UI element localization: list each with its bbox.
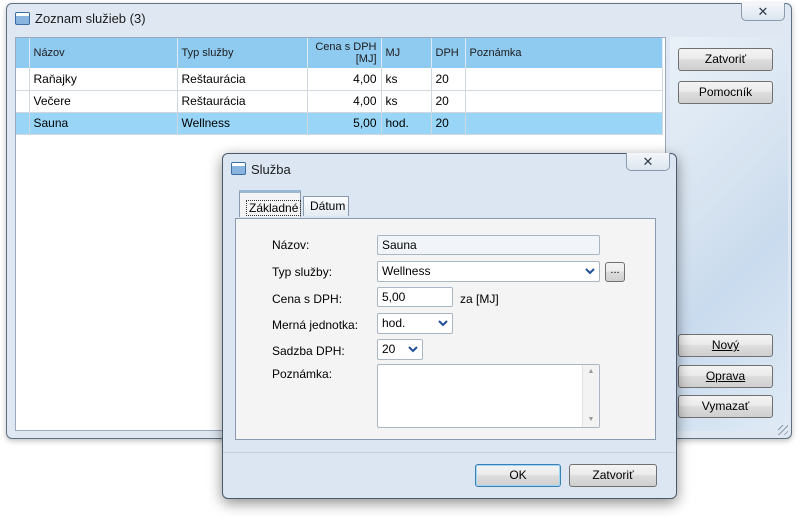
column-header-nazov[interactable]: Názov <box>29 38 178 68</box>
resize-grip[interactable] <box>778 425 788 435</box>
cell-poznamka[interactable] <box>465 112 663 135</box>
window-title: Zoznam služieb (3) <box>35 11 146 26</box>
ok-button[interactable]: OK <box>475 464 561 487</box>
label-jednotka: Merná jednotka: <box>272 318 359 332</box>
row-header-corner <box>16 38 30 68</box>
edit-button-label: Oprava <box>705 369 746 383</box>
cena-field[interactable]: 5,00 <box>377 287 453 307</box>
label-cena: Cena s DPH: <box>272 292 343 306</box>
column-header-cena[interactable]: Cena s DPH [MJ] <box>307 38 382 68</box>
chevron-down-icon[interactable] <box>581 262 599 281</box>
helper-button[interactable]: Pomocník <box>678 81 773 104</box>
service-dialog: Služba ✕ Základné Dátum Názov: Sauna Typ… <box>222 153 677 499</box>
cell-mj[interactable]: hod. <box>381 112 432 135</box>
cell-mj[interactable]: ks <box>381 68 432 91</box>
cell-poznamka[interactable] <box>465 90 663 113</box>
row-header[interactable] <box>16 68 30 91</box>
dialog-close-button[interactable]: ✕ <box>626 153 670 171</box>
label-typ: Typ služby: <box>272 265 333 279</box>
typ-browse-button[interactable]: ... <box>605 262 625 282</box>
dialog-title: Služba <box>251 162 291 177</box>
cell-dph[interactable]: 20 <box>431 68 466 91</box>
column-header-poznamka[interactable]: Poznámka <box>465 38 663 68</box>
memo-scrollbar[interactable]: ▲ ▼ <box>582 365 599 427</box>
cell-nazov[interactable]: Raňajky <box>29 68 178 91</box>
cell-poznamka[interactable] <box>465 68 663 91</box>
dph-combo-value: 20 <box>382 342 396 356</box>
services-table: Názov Typ služby Cena s DPH [MJ] MJ DPH … <box>16 38 663 135</box>
column-header-dph[interactable]: DPH <box>431 38 466 68</box>
table-row[interactable]: Raňajky Reštaurácia 4,00 ks 20 <box>16 68 663 91</box>
label-poznamka: Poznámka: <box>272 367 333 381</box>
nazov-field[interactable]: Sauna <box>377 235 600 255</box>
delete-button-label: Vymazať <box>701 399 750 413</box>
tab-datum[interactable]: Dátum <box>303 196 349 216</box>
dialog-close-action-button[interactable]: Zatvoriť <box>569 464 657 487</box>
new-button-label: Nový <box>711 338 740 352</box>
dph-combo[interactable]: 20 <box>377 339 423 360</box>
tab-page-zakladne: Názov: Sauna Typ služby: Wellness ... Ce… <box>235 218 656 440</box>
scroll-down-icon[interactable]: ▼ <box>583 413 599 427</box>
new-button[interactable]: Nový <box>678 334 773 357</box>
cell-mj[interactable]: ks <box>381 90 432 113</box>
tab-zakladne[interactable]: Základné <box>239 190 302 217</box>
label-dph: Sadzba DPH: <box>272 344 345 358</box>
edit-button[interactable]: Oprava <box>678 365 773 388</box>
row-header[interactable] <box>16 112 30 135</box>
title-bar[interactable]: Zoznam služieb (3) <box>7 4 791 32</box>
chevron-down-icon[interactable] <box>434 314 452 333</box>
cell-dph[interactable]: 20 <box>431 90 466 113</box>
window-icon <box>15 12 30 25</box>
column-header-mj[interactable]: MJ <box>381 38 432 68</box>
cell-cena[interactable]: 4,00 <box>307 90 382 113</box>
tab-zakladne-label: Základné <box>246 200 302 216</box>
table-header-row: Názov Typ služby Cena s DPH [MJ] MJ DPH … <box>16 38 663 68</box>
column-header-typ[interactable]: Typ služby <box>177 38 308 68</box>
cell-cena[interactable]: 5,00 <box>307 112 382 135</box>
cell-dph[interactable]: 20 <box>431 112 466 135</box>
cell-nazov[interactable]: Večere <box>29 90 178 113</box>
table-row-selected[interactable]: Sauna Wellness 5,00 hod. 20 <box>16 112 663 135</box>
poznamka-memo[interactable]: ▲ ▼ <box>377 364 600 428</box>
cell-cena[interactable]: 4,00 <box>307 68 382 91</box>
dialog-window-icon <box>231 162 246 175</box>
close-button[interactable]: Zatvoriť <box>678 48 773 71</box>
jednotka-combo[interactable]: hod. <box>377 313 453 334</box>
typ-combo-value: Wellness <box>382 264 431 278</box>
window-close-button[interactable]: ✕ <box>741 3 785 21</box>
jednotka-combo-value: hod. <box>382 316 406 330</box>
chevron-down-icon[interactable] <box>404 340 422 359</box>
cell-typ[interactable]: Reštaurácia <box>177 68 308 91</box>
dialog-footer-divider <box>223 452 676 453</box>
cell-typ[interactable]: Reštaurácia <box>177 90 308 113</box>
cena-suffix: za [MJ] <box>460 292 499 306</box>
delete-button[interactable]: Vymazať <box>678 395 773 418</box>
scroll-up-icon[interactable]: ▲ <box>583 365 599 379</box>
typ-combo[interactable]: Wellness <box>377 261 600 282</box>
row-header[interactable] <box>16 90 30 113</box>
dialog-title-bar[interactable]: Služba <box>223 154 676 182</box>
label-nazov: Názov: <box>272 238 310 252</box>
table-row[interactable]: Večere Reštaurácia 4,00 ks 20 <box>16 90 663 113</box>
cell-nazov[interactable]: Sauna <box>29 112 178 135</box>
cell-typ[interactable]: Wellness <box>177 112 308 135</box>
